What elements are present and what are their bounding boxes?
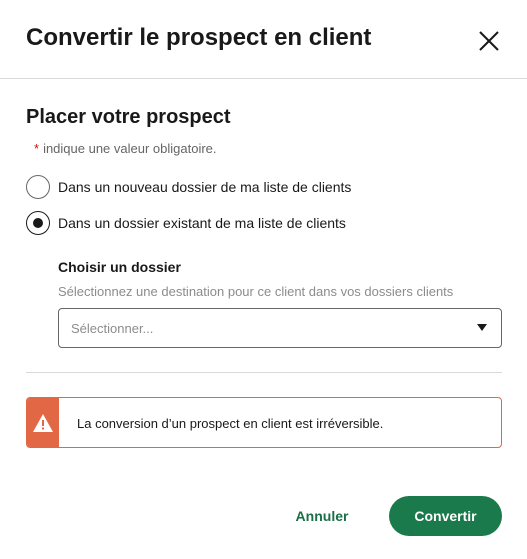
cancel-button[interactable]: Annuler (282, 496, 362, 536)
radio-button-new-folder[interactable] (26, 175, 50, 199)
radio-label-new-folder: Dans un nouveau dossier de ma liste de c… (58, 179, 352, 195)
folder-field-label: Choisir un dossier (58, 259, 181, 275)
radio-label-existing-folder: Dans un dossier existant de ma liste de … (58, 215, 346, 231)
alert-icon-box (27, 398, 59, 447)
radio-option-existing-folder[interactable]: Dans un dossier existant de ma liste de … (26, 211, 346, 235)
close-icon (479, 31, 499, 51)
section-title: Placer votre prospect (26, 106, 231, 128)
radio-button-existing-folder[interactable] (26, 211, 50, 235)
dialog-title: Convertir le prospect en client (26, 24, 372, 51)
required-text: indique une valeur obligatoire. (43, 141, 217, 156)
warning-icon (33, 413, 53, 432)
caret-down-icon (477, 324, 487, 331)
folder-field-hint: Sélectionnez une destination pour ce cli… (58, 284, 454, 299)
divider (26, 372, 502, 373)
radio-selected-dot (33, 218, 43, 228)
convert-button[interactable]: Convertir (389, 496, 502, 536)
required-star: * (34, 141, 40, 156)
folder-select[interactable]: Sélectionner... (58, 308, 502, 348)
alert-text: La conversion d’un prospect en client es… (77, 416, 384, 431)
required-note: * indique une valeur obligatoire. (34, 141, 217, 156)
close-button[interactable] (472, 24, 506, 58)
dialog-header: Convertir le prospect en client (0, 0, 527, 79)
radio-option-new-folder[interactable]: Dans un nouveau dossier de ma liste de c… (26, 175, 351, 199)
folder-select-value: Sélectionner... (71, 321, 154, 336)
warning-alert: La conversion d’un prospect en client es… (26, 397, 502, 448)
